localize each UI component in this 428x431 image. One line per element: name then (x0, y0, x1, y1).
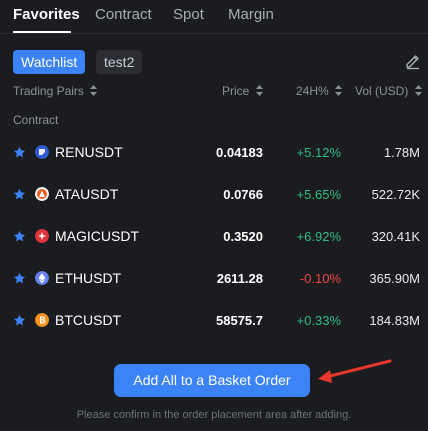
star-icon[interactable] (13, 314, 26, 327)
volume-value: 1.78M (383, 145, 420, 160)
pencil-icon[interactable] (404, 52, 422, 70)
change-value: +0.33% (296, 313, 341, 328)
tab-margin[interactable]: Margin (228, 6, 274, 23)
price-value: 58575.7 (216, 313, 263, 328)
price-value: 0.3520 (223, 229, 263, 244)
tab-spot[interactable]: Spot (173, 6, 204, 23)
change-value: +5.12% (296, 145, 341, 160)
change-value: -0.10% (299, 271, 341, 286)
tab-favorites[interactable]: Favorites (13, 6, 80, 23)
magic-coin-icon (35, 229, 49, 243)
star-icon[interactable] (13, 272, 26, 285)
tabs-divider (0, 33, 428, 34)
section-label-contract: Contract (13, 113, 59, 127)
volume-value: 522.72K (371, 187, 420, 202)
market-row[interactable]: RENUSDT 0.04183 +5.12% 1.78M (0, 133, 428, 175)
group-chip-test2[interactable]: test2 (96, 50, 143, 74)
market-row[interactable]: ATAUSDT 0.0766 +5.65% 522.72K (0, 175, 428, 217)
price-value: 2611.28 (216, 271, 263, 286)
market-row[interactable]: ETHUSDT 2611.28 -0.10% 365.90M (0, 259, 428, 301)
btc-coin-icon (35, 313, 49, 327)
star-icon[interactable] (13, 188, 26, 201)
header-volume-label: Vol (USD) (355, 84, 409, 98)
volume-value: 365.90M (369, 271, 420, 286)
header-24h-change-label: 24H% (296, 84, 329, 98)
pair-name: ATAUSDT (55, 186, 119, 202)
market-tabs: Favorites Contract Spot Margin (0, 0, 428, 34)
pair-name: ETHUSDT (55, 270, 122, 286)
annotation-arrow-icon (318, 359, 392, 383)
change-value: +5.65% (296, 187, 341, 202)
eth-coin-icon (35, 271, 49, 285)
ata-coin-icon (35, 187, 49, 201)
ren-coin-icon (35, 145, 49, 159)
pair-name: RENUSDT (55, 144, 123, 160)
header-price-label: Price (222, 84, 250, 98)
header-volume[interactable]: Vol (USD) (355, 84, 422, 98)
header-24h-change[interactable]: 24H% (296, 84, 343, 98)
star-icon[interactable] (13, 146, 26, 159)
footnote-text: Please confirm in the order placement ar… (76, 409, 352, 421)
volume-value: 320.41K (371, 229, 420, 244)
sort-icon (335, 85, 343, 96)
pair-name: BTCUSDT (55, 312, 122, 328)
pair-name: MAGICUSDT (55, 228, 139, 244)
sort-icon (90, 85, 98, 96)
header-trading-pairs[interactable]: Trading Pairs (13, 84, 98, 98)
price-value: 0.0766 (223, 187, 263, 202)
add-all-to-basket-button[interactable]: Add All to a Basket Order (114, 364, 310, 397)
tab-contract[interactable]: Contract (95, 6, 152, 23)
header-trading-pairs-label: Trading Pairs (13, 84, 84, 98)
change-value: +6.92% (296, 229, 341, 244)
market-row[interactable]: BTCUSDT 58575.7 +0.33% 184.83M (0, 301, 428, 343)
star-icon[interactable] (13, 230, 26, 243)
volume-value: 184.83M (369, 313, 420, 328)
price-value: 0.04183 (216, 145, 263, 160)
group-chip-watchlist[interactable]: Watchlist (13, 50, 86, 74)
sort-icon (414, 85, 422, 96)
header-price[interactable]: Price (222, 84, 263, 98)
market-row[interactable]: MAGICUSDT 0.3520 +6.92% 320.41K (0, 217, 428, 259)
sort-icon (255, 85, 263, 96)
